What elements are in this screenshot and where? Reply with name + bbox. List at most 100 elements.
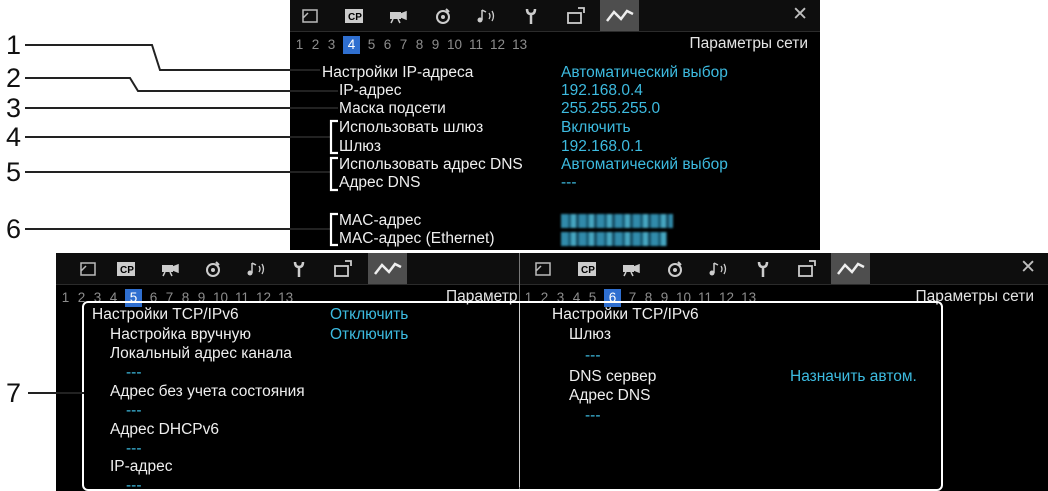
page-number[interactable]: 8 bbox=[644, 289, 653, 307]
ip-settings-value[interactable]: Автоматический выбор bbox=[561, 64, 728, 82]
tab-camera-setup[interactable] bbox=[290, 0, 329, 31]
page-number[interactable]: 1 bbox=[61, 289, 70, 307]
callout-7: 7 bbox=[6, 378, 22, 408]
group-7-separator bbox=[519, 303, 520, 487]
tab-audio[interactable] bbox=[467, 0, 506, 31]
tab-custom-picture[interactable]: CP bbox=[567, 253, 606, 284]
page-number[interactable]: 5 bbox=[588, 289, 597, 307]
tab-camera-setup[interactable] bbox=[68, 253, 107, 284]
page-number[interactable]: 3 bbox=[556, 289, 565, 307]
page-number[interactable]: 4 bbox=[109, 289, 118, 307]
close-icon[interactable]: ✕ bbox=[792, 4, 808, 26]
svg-text:CP: CP bbox=[348, 12, 362, 23]
ipv6-dns-address-value: --- bbox=[585, 407, 601, 424]
page-number[interactable]: 13 bbox=[741, 289, 756, 307]
tab-system[interactable] bbox=[743, 253, 782, 284]
use-dns-value[interactable]: Автоматический выбор bbox=[561, 156, 728, 174]
page-number[interactable]: 8 bbox=[415, 36, 424, 54]
tab-audio[interactable] bbox=[699, 253, 738, 284]
page-number[interactable]: 9 bbox=[660, 289, 669, 307]
page-number[interactable]: 13 bbox=[278, 289, 293, 307]
record-icon bbox=[666, 260, 684, 278]
page-number[interactable]: 12 bbox=[490, 36, 505, 54]
page-number[interactable]: 3 bbox=[327, 36, 336, 54]
tab-assign[interactable] bbox=[787, 253, 826, 284]
svg-text:CP: CP bbox=[581, 265, 595, 276]
page-number[interactable]: 4 bbox=[572, 289, 581, 307]
gateway-label[interactable]: Шлюз bbox=[339, 138, 381, 156]
page-number-current[interactable]: 6 bbox=[604, 289, 621, 307]
ip-settings-label[interactable]: Настройки IP-адреса bbox=[322, 64, 473, 82]
page-number[interactable]: 7 bbox=[399, 36, 408, 54]
tab-network[interactable] bbox=[368, 253, 407, 284]
tab-custom-picture[interactable]: CP bbox=[334, 0, 373, 31]
tab-recording[interactable] bbox=[150, 253, 189, 284]
callout-5: 5 bbox=[6, 157, 22, 187]
cp-icon: CP bbox=[116, 261, 136, 277]
page-number[interactable]: 6 bbox=[383, 36, 392, 54]
page-number[interactable]: 1 bbox=[295, 36, 304, 54]
tab-recording[interactable] bbox=[378, 0, 417, 31]
page-number-current[interactable]: 4 bbox=[343, 36, 360, 54]
dhcpv6-address-label: Адрес DHCPv6 bbox=[110, 421, 219, 438]
tab-record-media[interactable] bbox=[423, 0, 462, 31]
tcp-ipv6-value[interactable]: Отключить bbox=[330, 306, 408, 324]
dns-server-value[interactable]: Назначить автом. bbox=[790, 368, 917, 386]
page-number[interactable]: 2 bbox=[311, 36, 320, 54]
page-number[interactable]: 2 bbox=[540, 289, 549, 307]
dns-address-label[interactable]: Адрес DNS bbox=[339, 174, 420, 192]
page-number[interactable]: 3 bbox=[93, 289, 102, 307]
ipv6-dns-address-label: Адрес DNS bbox=[569, 387, 651, 404]
callout-2: 2 bbox=[6, 63, 22, 93]
tab-recording[interactable] bbox=[611, 253, 650, 284]
tab-assign[interactable] bbox=[323, 253, 362, 284]
manual-setting-label[interactable]: Настройка вручную bbox=[110, 326, 251, 344]
page-number[interactable]: 11 bbox=[469, 36, 483, 54]
page-number[interactable]: 12 bbox=[256, 289, 271, 307]
tab-network[interactable] bbox=[831, 253, 870, 284]
tab-custom-picture[interactable]: CP bbox=[106, 253, 145, 284]
page-number[interactable]: 10 bbox=[676, 289, 691, 307]
page-number[interactable]: 8 bbox=[181, 289, 190, 307]
page-number[interactable]: 5 bbox=[367, 36, 376, 54]
tab-network[interactable] bbox=[600, 0, 639, 31]
tab-assign[interactable] bbox=[556, 0, 595, 31]
audio-icon bbox=[708, 261, 730, 277]
tab-camera-setup[interactable] bbox=[523, 253, 562, 284]
page-number[interactable]: 11 bbox=[235, 289, 249, 307]
tab-audio[interactable] bbox=[237, 253, 276, 284]
page-number[interactable]: 12 bbox=[719, 289, 734, 307]
use-gateway-value[interactable]: Включить bbox=[561, 119, 631, 137]
subnet-mask-value[interactable]: 255.255.255.0 bbox=[561, 100, 660, 118]
tab-record-media[interactable] bbox=[193, 253, 232, 284]
tab-record-media[interactable] bbox=[655, 253, 694, 284]
page-number[interactable]: 2 bbox=[77, 289, 86, 307]
gateway-value[interactable]: 192.168.0.1 bbox=[561, 138, 643, 156]
page-number[interactable]: 9 bbox=[197, 289, 206, 307]
subnet-mask-label[interactable]: Маска подсети bbox=[339, 100, 446, 118]
ip-address-label[interactable]: IP-адрес bbox=[339, 82, 401, 100]
page-number[interactable]: 7 bbox=[165, 289, 174, 307]
mac-address-label: MAC-адрес bbox=[339, 212, 422, 229]
tab-system[interactable] bbox=[511, 0, 550, 31]
ip-address-value[interactable]: 192.168.0.4 bbox=[561, 82, 643, 100]
use-gateway-label[interactable]: Использовать шлюз bbox=[339, 119, 483, 137]
tab-system[interactable] bbox=[279, 253, 318, 284]
close-icon[interactable]: ✕ bbox=[1020, 257, 1036, 279]
audio-icon bbox=[246, 261, 268, 277]
page-number[interactable]: 13 bbox=[512, 36, 527, 54]
use-dns-label[interactable]: Использовать адрес DNS bbox=[339, 156, 523, 174]
page-number[interactable]: 6 bbox=[149, 289, 158, 307]
manual-setting-value[interactable]: Отключить bbox=[330, 326, 408, 344]
page-number[interactable]: 7 bbox=[628, 289, 637, 307]
page-number[interactable]: 11 bbox=[698, 289, 712, 307]
page-number[interactable]: 1 bbox=[524, 289, 533, 307]
ipv6-address-label: IP-адрес bbox=[110, 458, 173, 475]
tcp-ipv6-label[interactable]: Настройки TCP/IPv6 bbox=[92, 306, 239, 324]
page-number[interactable]: 9 bbox=[431, 36, 440, 54]
page-number[interactable]: 10 bbox=[213, 289, 228, 307]
page-number-current[interactable]: 5 bbox=[125, 289, 142, 307]
tools-icon bbox=[333, 259, 353, 278]
dns-server-label[interactable]: DNS сервер bbox=[569, 368, 656, 386]
page-number[interactable]: 10 bbox=[447, 36, 462, 54]
